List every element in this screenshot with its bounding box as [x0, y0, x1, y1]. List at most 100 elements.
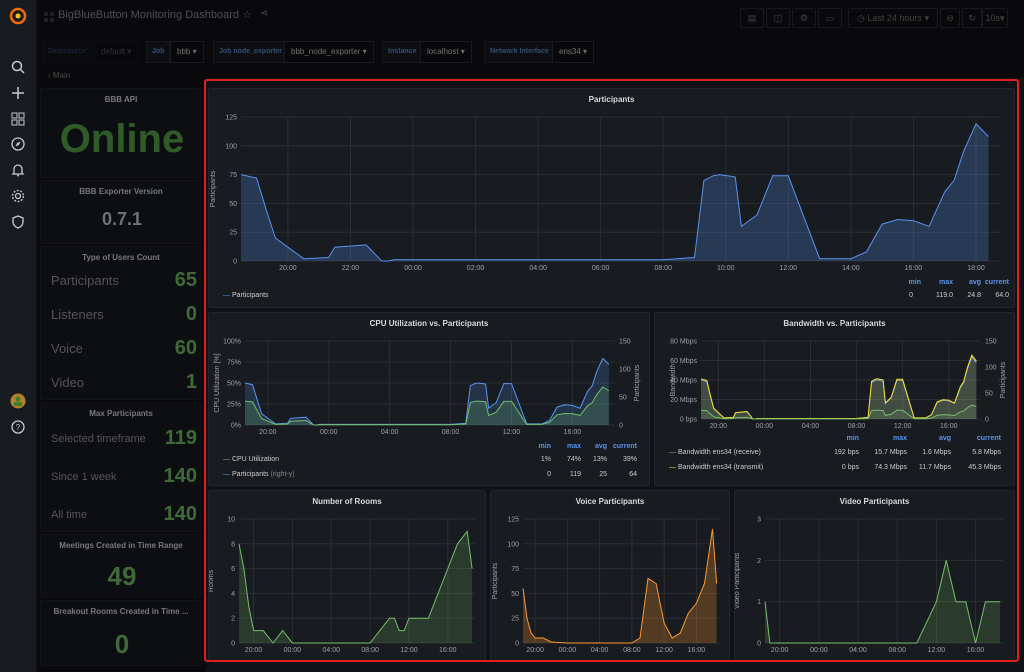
- dashboards-icon[interactable]: [8, 111, 28, 131]
- y-tick-label: 100: [225, 143, 237, 150]
- participants-graph[interactable]: 025507510012520:00 22:00 00:00 02:00 04:00 06…: [209, 107, 1016, 297]
- panel-title: Bandwidth vs. Participants: [783, 319, 886, 328]
- y-tick-label: 125: [225, 115, 237, 122]
- x-tick-label: 18:00: [967, 265, 985, 272]
- variable-select-job-node-exporter[interactable]: bbb_node_exporter ▾: [284, 41, 374, 63]
- rooms-graph[interactable]: 0 2 4 6 8 10 20:00 00:00 04:00 08:00 12:00 16:00 Roo…: [209, 509, 487, 661]
- y-right-tick-label: 50: [619, 395, 627, 402]
- x-tick-label: 12:00: [780, 265, 798, 272]
- refresh-button[interactable]: ↻: [962, 8, 982, 28]
- alerting-icon[interactable]: [8, 162, 28, 182]
- y-tick-label: 8: [231, 541, 235, 548]
- variable-select-network-interface[interactable]: ens34 ▾: [552, 41, 595, 63]
- x-tick-label: 20:00: [771, 647, 789, 654]
- y-axis-label: Video Participants: [735, 552, 741, 609]
- legend-item-cpu[interactable]: — CPU Utilization: [223, 456, 279, 463]
- panel-title: Breakout Rooms Created in Time ...: [53, 607, 189, 616]
- x-tick-label: 04:00: [381, 429, 399, 436]
- y-tick-label: 75%: [227, 360, 241, 367]
- x-tick-label: 00:00: [756, 423, 774, 430]
- settings-button[interactable]: ⚙: [792, 8, 816, 28]
- y-tick-label: 75: [229, 172, 237, 179]
- star-icon[interactable]: ☆: [242, 8, 252, 21]
- x-tick-label: 04:00: [322, 647, 340, 654]
- dashboard-title[interactable]: BigBlueButton Monitoring Dashboard: [58, 9, 239, 21]
- legend-header-current: current: [612, 443, 637, 450]
- save-button[interactable]: ◫: [766, 8, 790, 28]
- variable-select-instance[interactable]: localhost ▾: [420, 41, 472, 63]
- y-right-tick-label: 50: [985, 391, 993, 398]
- variable-value: localhost: [427, 47, 459, 56]
- users-label: Participants: [51, 273, 119, 288]
- cycle-view-button[interactable]: ▭: [818, 8, 842, 28]
- variable-label-datasource: Datasource: [42, 41, 93, 63]
- variable-select-job[interactable]: bbb ▾: [170, 41, 204, 63]
- legend-item-participants[interactable]: — Participants (right-y): [223, 471, 295, 478]
- avatar[interactable]: [8, 393, 28, 413]
- x-tick-label: 08:00: [654, 265, 672, 272]
- x-tick-label: 10:00: [717, 265, 735, 272]
- x-tick-label: 12:00: [655, 647, 673, 654]
- y-right-axis-label: Participants: [634, 364, 641, 401]
- x-tick-label: 12:00: [503, 429, 521, 436]
- x-tick-label: 02:00: [467, 265, 485, 272]
- users-label: Video: [51, 375, 85, 390]
- y-right-tick-label: 0: [619, 423, 623, 430]
- y-tick-label: 0: [231, 641, 235, 648]
- exporter-version-value: 0.7.1: [101, 209, 143, 229]
- row-title[interactable]: ‹ Main: [48, 71, 70, 80]
- y-tick-label: 25: [511, 616, 519, 623]
- help-icon[interactable]: ?: [8, 419, 28, 439]
- variable-label-job: Job: [146, 41, 171, 63]
- panel-title: Type of Users Count: [82, 253, 160, 262]
- max-value: 140: [163, 503, 197, 525]
- search-icon[interactable]: [8, 59, 28, 79]
- x-tick-label: 08:00: [888, 647, 906, 654]
- x-tick-label: 04:00: [849, 647, 867, 654]
- legend-swatch: —: [669, 464, 678, 471]
- y-tick-label: 6: [231, 566, 235, 573]
- shield-icon[interactable]: [8, 214, 28, 234]
- y-right-tick-label: 100: [985, 365, 997, 372]
- video-graph[interactable]: 0 1 2 3 20:00 00:00 04:00 08:00 12:00 16:00 Video …: [735, 509, 1016, 661]
- max-label: Selected timeframe: [51, 433, 146, 445]
- refresh-interval-picker[interactable]: 10s▾: [982, 8, 1008, 28]
- x-tick-label: 20:00: [259, 429, 277, 436]
- y-right-tick-label: 150: [985, 339, 997, 346]
- panel-number-of-rooms: Number of Rooms 0 2 4 6 8 10 20:00 00:00 04:00 08…: [208, 490, 486, 662]
- x-tick-label: 12:00: [928, 647, 946, 654]
- legend-swatch: —: [223, 471, 232, 478]
- x-tick-label: 16:00: [905, 265, 923, 272]
- y-tick-label: 2: [757, 558, 761, 565]
- panel-exporter-version: BBB Exporter Version 0.7.1: [40, 180, 202, 244]
- legend-name: Participants: [231, 471, 269, 478]
- panel-title: Video Participants: [839, 497, 910, 506]
- x-tick-label: 08:00: [623, 647, 641, 654]
- y-tick-label: 50%: [227, 381, 241, 388]
- y-right-tick-label: 100: [619, 367, 631, 374]
- panel-title: Meetings Created in Time Range: [59, 541, 183, 550]
- users-value: 1: [185, 371, 197, 393]
- dashboards-icon[interactable]: [44, 9, 54, 22]
- y-tick-label: 4: [231, 591, 235, 598]
- breakout-rooms-value: 0: [114, 629, 130, 659]
- variable-select-datasource[interactable]: default ▾: [94, 41, 139, 63]
- x-tick-label: 20:00: [279, 265, 297, 272]
- x-tick-label: 08:00: [848, 423, 866, 430]
- legend-item-transmit[interactable]: — Bandwidth ens34 (transmit): [669, 464, 763, 471]
- add-panel-button[interactable]: ▤: [740, 8, 764, 28]
- legend-item-receive[interactable]: — Bandwidth ens34 (receive): [669, 449, 761, 456]
- voice-graph[interactable]: 0 25 50 75 100 125 20:00 00:00 04:00 08:00 12:00 16…: [491, 509, 731, 661]
- bandwidth-graph[interactable]: 0 bps20 Mbps40 Mbps60 Mbps80 Mbps20:00 00…: [655, 331, 1015, 441]
- plus-icon[interactable]: [8, 85, 28, 105]
- grafana-logo-icon[interactable]: [8, 7, 28, 27]
- gear-icon[interactable]: [8, 188, 28, 208]
- legend-name: Bandwidth ens34 (transmit): [677, 464, 764, 471]
- x-tick-label: 16:00: [439, 647, 457, 654]
- cpu-graph[interactable]: 0% 25% 50% 75% 100% 20:00 00:00 04:00 08:00 12:00…: [209, 331, 651, 441]
- explore-icon[interactable]: [8, 136, 28, 156]
- legend-item-participants[interactable]: — Participants: [223, 292, 269, 299]
- zoom-out-button[interactable]: ⊖: [940, 8, 960, 28]
- share-icon[interactable]: ⋖: [260, 8, 268, 19]
- time-range-picker[interactable]: ◷ Last 24 hours ▾: [848, 8, 938, 28]
